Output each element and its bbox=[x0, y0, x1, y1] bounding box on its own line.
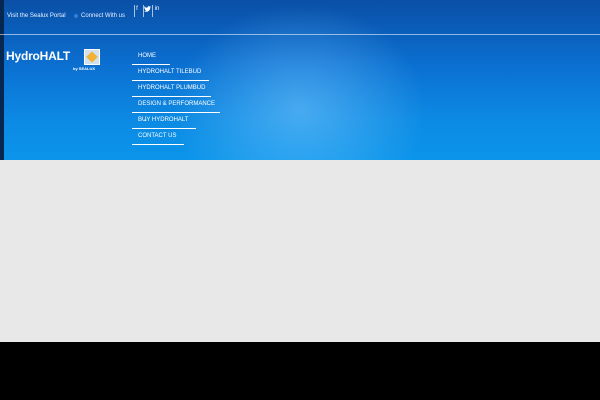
sealux-portal-link[interactable]: Visit the Sealux Portal bbox=[7, 13, 66, 19]
top-bar: Visit the Sealux Portal Connect With us … bbox=[0, 0, 600, 35]
linkedin-icon[interactable]: in bbox=[151, 5, 163, 17]
logo-byline: by SEALUX bbox=[73, 66, 96, 71]
nav-hydrohalt-plumbud[interactable]: HYDROHALT PLUMBUD bbox=[132, 80, 211, 97]
logo-wordmark: HydroHALT bbox=[6, 49, 70, 63]
nav-design-performance[interactable]: DESIGN & PERFORMANCE⌄ bbox=[132, 96, 220, 123]
nav-buy-hydrohalt[interactable]: BUY HYDROHALT bbox=[132, 112, 196, 129]
nav-hydrohalt-tilebud[interactable]: HYDROHALT TILEBUD bbox=[132, 64, 209, 81]
nav-plumbud-label: HYDROHALT PLUMBUD bbox=[138, 85, 206, 91]
site-header: Visit the Sealux Portal Connect With us … bbox=[0, 0, 600, 160]
nav-home[interactable]: HOME bbox=[132, 48, 170, 65]
connect-icon bbox=[74, 14, 78, 18]
nav-design-label: DESIGN & PERFORMANCE bbox=[138, 101, 216, 107]
connect-with-us-link[interactable]: Connect With us bbox=[81, 13, 125, 19]
nav-home-label: HOME bbox=[138, 53, 156, 59]
logo-diamond-icon bbox=[84, 49, 100, 65]
nav-buy-label: BUY HYDROHALT bbox=[138, 117, 189, 123]
nav-tilebud-label: HYDROHALT TILEBUD bbox=[138, 69, 202, 75]
nav-contact-label: CONTACT US bbox=[138, 133, 177, 139]
nav-contact-us[interactable]: CONTACT US bbox=[132, 128, 184, 145]
hydrohalt-logo[interactable]: HydroHALT by SEALUX bbox=[4, 48, 100, 76]
